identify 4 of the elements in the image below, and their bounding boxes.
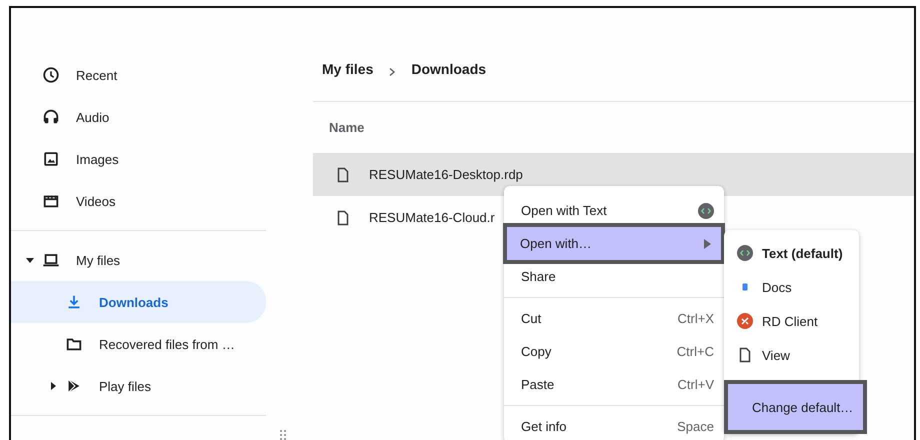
shortcut-text: Ctrl+X [678, 311, 714, 326]
shortcut-text: Ctrl+V [678, 377, 714, 392]
shortcut-text: Space [677, 419, 714, 434]
shortcut-text: Ctrl+C [676, 344, 714, 359]
